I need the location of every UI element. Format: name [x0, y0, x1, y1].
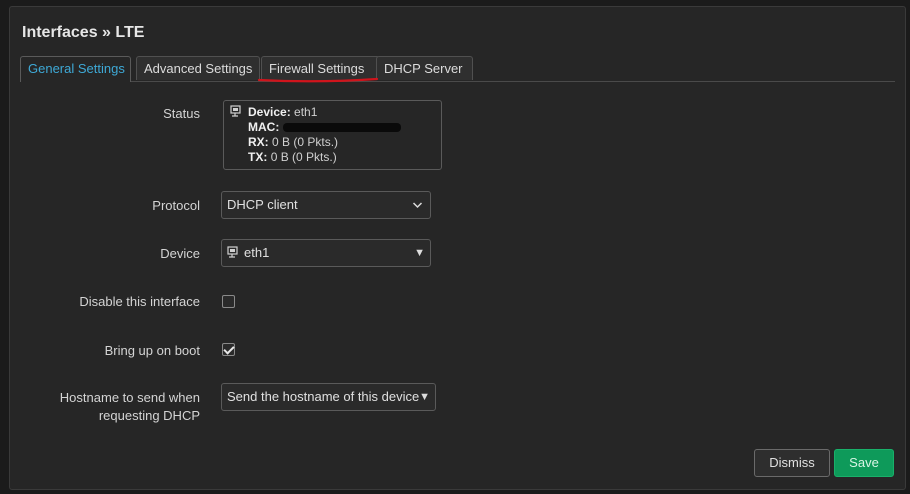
device-value: eth1 [244, 245, 270, 260]
hostname-label: Hostname to send when requesting DHCP [60, 389, 200, 425]
mac-redaction [283, 123, 402, 133]
caret-down-icon: ▼ [414, 247, 425, 259]
annotation-underline [257, 77, 379, 83]
tab-dhcp-server[interactable]: DHCP Server [376, 56, 473, 80]
status-box: Device: eth1 MAC: RX: 0 B (0 Pkts.) TX: … [223, 100, 442, 170]
status-label: Status [163, 106, 200, 121]
hostname-select[interactable]: Send the hostname of this device ▼ [221, 383, 436, 411]
hostname-label-line2: requesting DHCP [98, 408, 200, 423]
modal-title: Interfaces » LTE [22, 24, 145, 41]
device-key: Device: [248, 105, 291, 119]
hostname-label-line1: Hostname to send when [59, 390, 200, 405]
protocol-value: DHCP client [227, 197, 298, 212]
tab-general-settings[interactable]: General Settings [20, 56, 131, 82]
disable-interface-checkbox[interactable] [222, 295, 235, 308]
tx-value: 0 B (0 Pkts.) [270, 150, 337, 164]
protocol-label: Protocol [152, 198, 200, 213]
network-port-icon [230, 105, 244, 121]
rx-key: RX: [248, 135, 269, 149]
rx-value: 0 B (0 Pkts.) [272, 135, 339, 149]
device-value: eth1 [294, 105, 318, 119]
bring-up-on-boot-checkbox[interactable] [222, 343, 235, 356]
disable-interface-label: Disable this interface [79, 294, 200, 309]
device-select[interactable]: eth1 ▼ [221, 239, 431, 267]
interface-edit-modal: Interfaces » LTE General Settings Advanc… [9, 6, 906, 490]
hostname-value: Send the hostname of this device [227, 389, 420, 404]
network-port-icon [227, 241, 241, 267]
chevron-down-icon [412, 192, 423, 228]
bring-up-on-boot-label: Bring up on boot [104, 343, 200, 358]
device-label: Device [160, 246, 200, 261]
tab-bar: General Settings Advanced Settings Firew… [20, 56, 895, 82]
dismiss-button[interactable]: Dismiss [754, 449, 830, 477]
tx-key: TX: [248, 150, 268, 164]
mac-key: MAC: [248, 120, 280, 134]
save-button[interactable]: Save [834, 449, 894, 477]
protocol-select[interactable]: DHCP client [221, 191, 431, 219]
tab-advanced-settings[interactable]: Advanced Settings [136, 56, 260, 80]
caret-down-icon: ▼ [419, 391, 430, 403]
